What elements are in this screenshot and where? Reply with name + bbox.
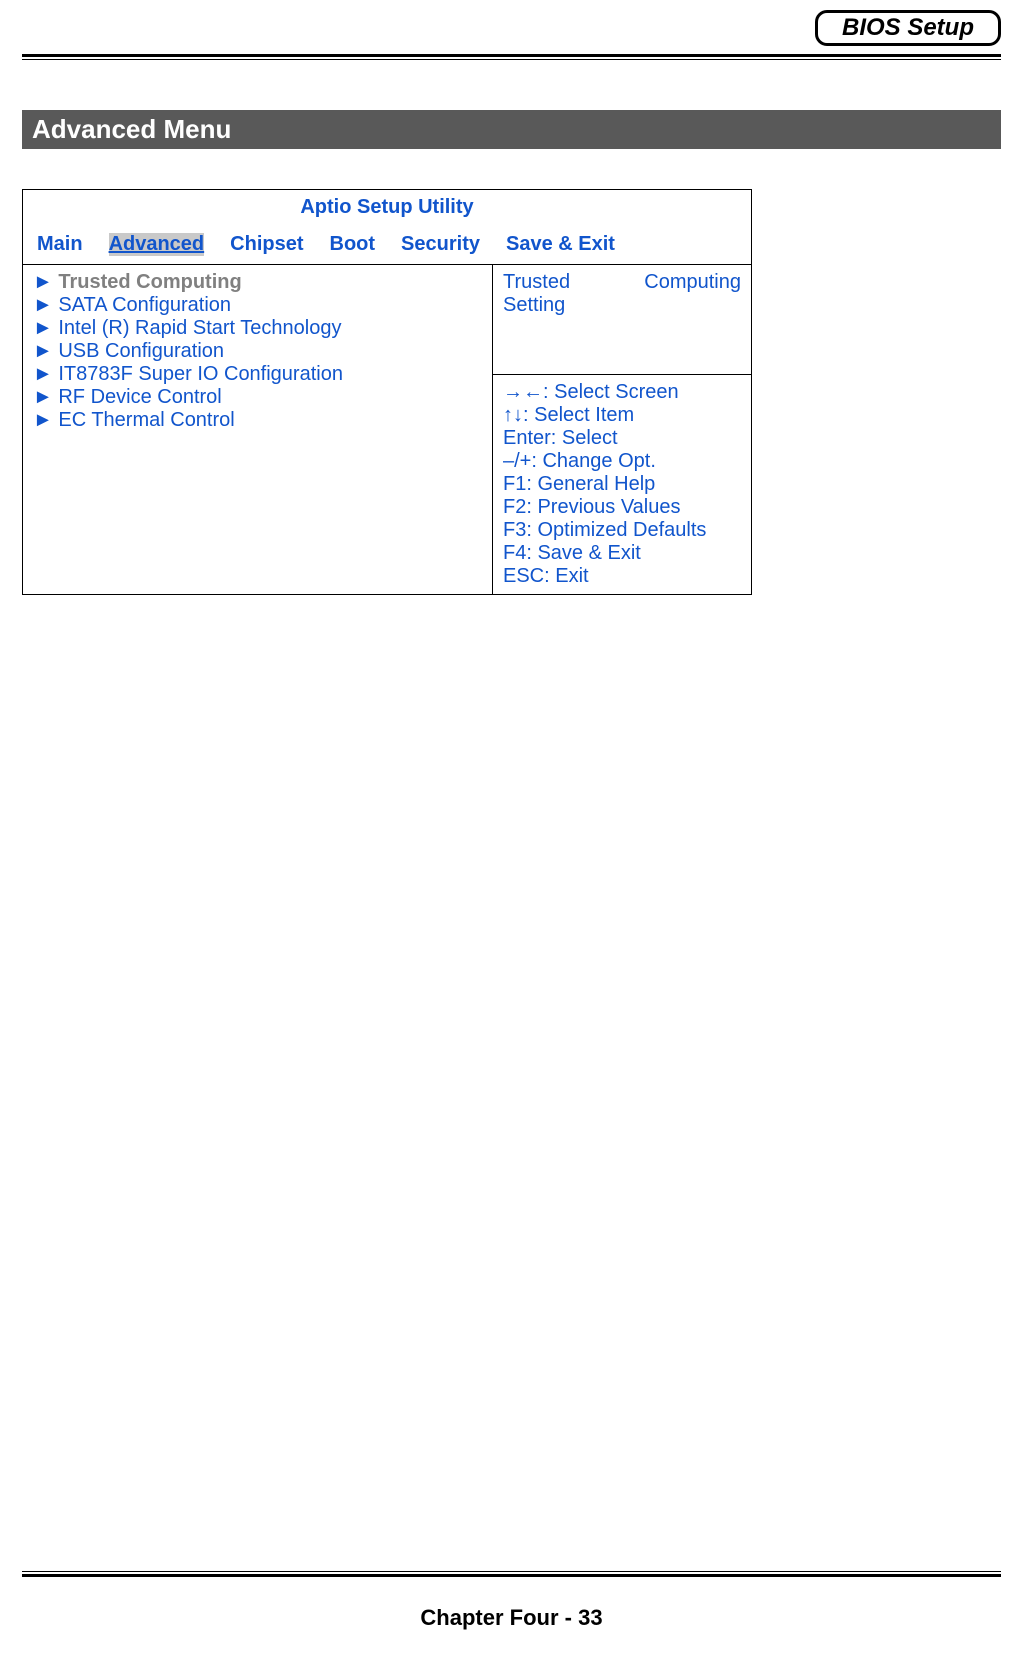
help-line: –/+: Change Opt. [503,450,741,473]
menu-item-label: Trusted Computing [58,271,241,293]
rule-thick [22,1574,1001,1577]
tab-security[interactable]: Security [401,233,480,256]
menu-item-rapid-start[interactable]: ► Intel (R) Rapid Start Technology [33,317,482,340]
page-footer: Chapter Four - 33 [0,1571,1023,1631]
tab-advanced[interactable]: Advanced [109,233,205,256]
menu-item-label: SATA Configuration [58,294,231,316]
help-line: ↑↓: Select Item [503,404,741,427]
help-line: Enter: Select [503,427,741,450]
menu-item-sata-configuration[interactable]: ► SATA Configuration [33,294,482,317]
rule-thin [22,59,1001,60]
tab-save-exit[interactable]: Save & Exit [506,233,615,256]
page-header: BIOS Setup [22,0,1001,50]
help-line: F1: General Help [503,473,741,496]
bios-tabs: Main Advanced Chipset Boot Security Save… [33,233,741,258]
description-pane: Trusted Computing Setting [493,265,752,375]
menu-item-label: EC Thermal Control [58,409,234,431]
menu-item-usb-configuration[interactable]: ► USB Configuration [33,340,482,363]
triangle-right-icon: ► [33,386,53,408]
tab-chipset[interactable]: Chipset [230,233,303,256]
menu-item-ec-thermal[interactable]: ► EC Thermal Control [33,409,482,432]
section-title: Advanced Menu [22,110,1001,149]
help-line: F3: Optimized Defaults [503,519,741,542]
utility-title: Aptio Setup Utility [33,196,741,221]
menu-item-rf-device[interactable]: ► RF Device Control [33,386,482,409]
help-line: F2: Previous Values [503,496,741,519]
help-line: F4: Save & Exit [503,542,741,565]
desc-word: Computing [644,271,741,294]
triangle-right-icon: ► [33,340,53,362]
menu-item-label: Intel (R) Rapid Start Technology [58,317,341,339]
menu-item-label: IT8783F Super IO Configuration [58,363,343,385]
footer-text: Chapter Four - 33 [0,1605,1023,1631]
triangle-right-icon: ► [33,317,53,339]
menu-item-label: RF Device Control [58,386,221,408]
tab-main[interactable]: Main [37,233,83,256]
rule-thick [22,54,1001,57]
triangle-right-icon: ► [33,363,53,385]
bios-setup-table: Aptio Setup Utility Main Advanced Chipse… [22,189,752,595]
triangle-right-icon: ► [33,271,53,293]
desc-line2: Setting [503,294,741,317]
help-line: →←: Select Screen [503,381,741,404]
help-pane: →←: Select Screen ↑↓: Select Item Enter:… [493,375,752,595]
menu-item-trusted-computing[interactable]: ► Trusted Computing [33,271,482,294]
triangle-right-icon: ► [33,294,53,316]
menu-item-super-io[interactable]: ► IT8783F Super IO Configuration [33,363,482,386]
desc-word: Trusted [503,271,570,294]
help-line: ESC: Exit [503,565,741,588]
tab-boot[interactable]: Boot [330,233,376,256]
rule-thin [22,1571,1001,1572]
menu-pane: ► Trusted Computing ► SATA Configuration… [23,265,493,595]
menu-item-label: USB Configuration [58,340,224,362]
header-badge: BIOS Setup [815,10,1001,46]
triangle-right-icon: ► [33,409,53,431]
